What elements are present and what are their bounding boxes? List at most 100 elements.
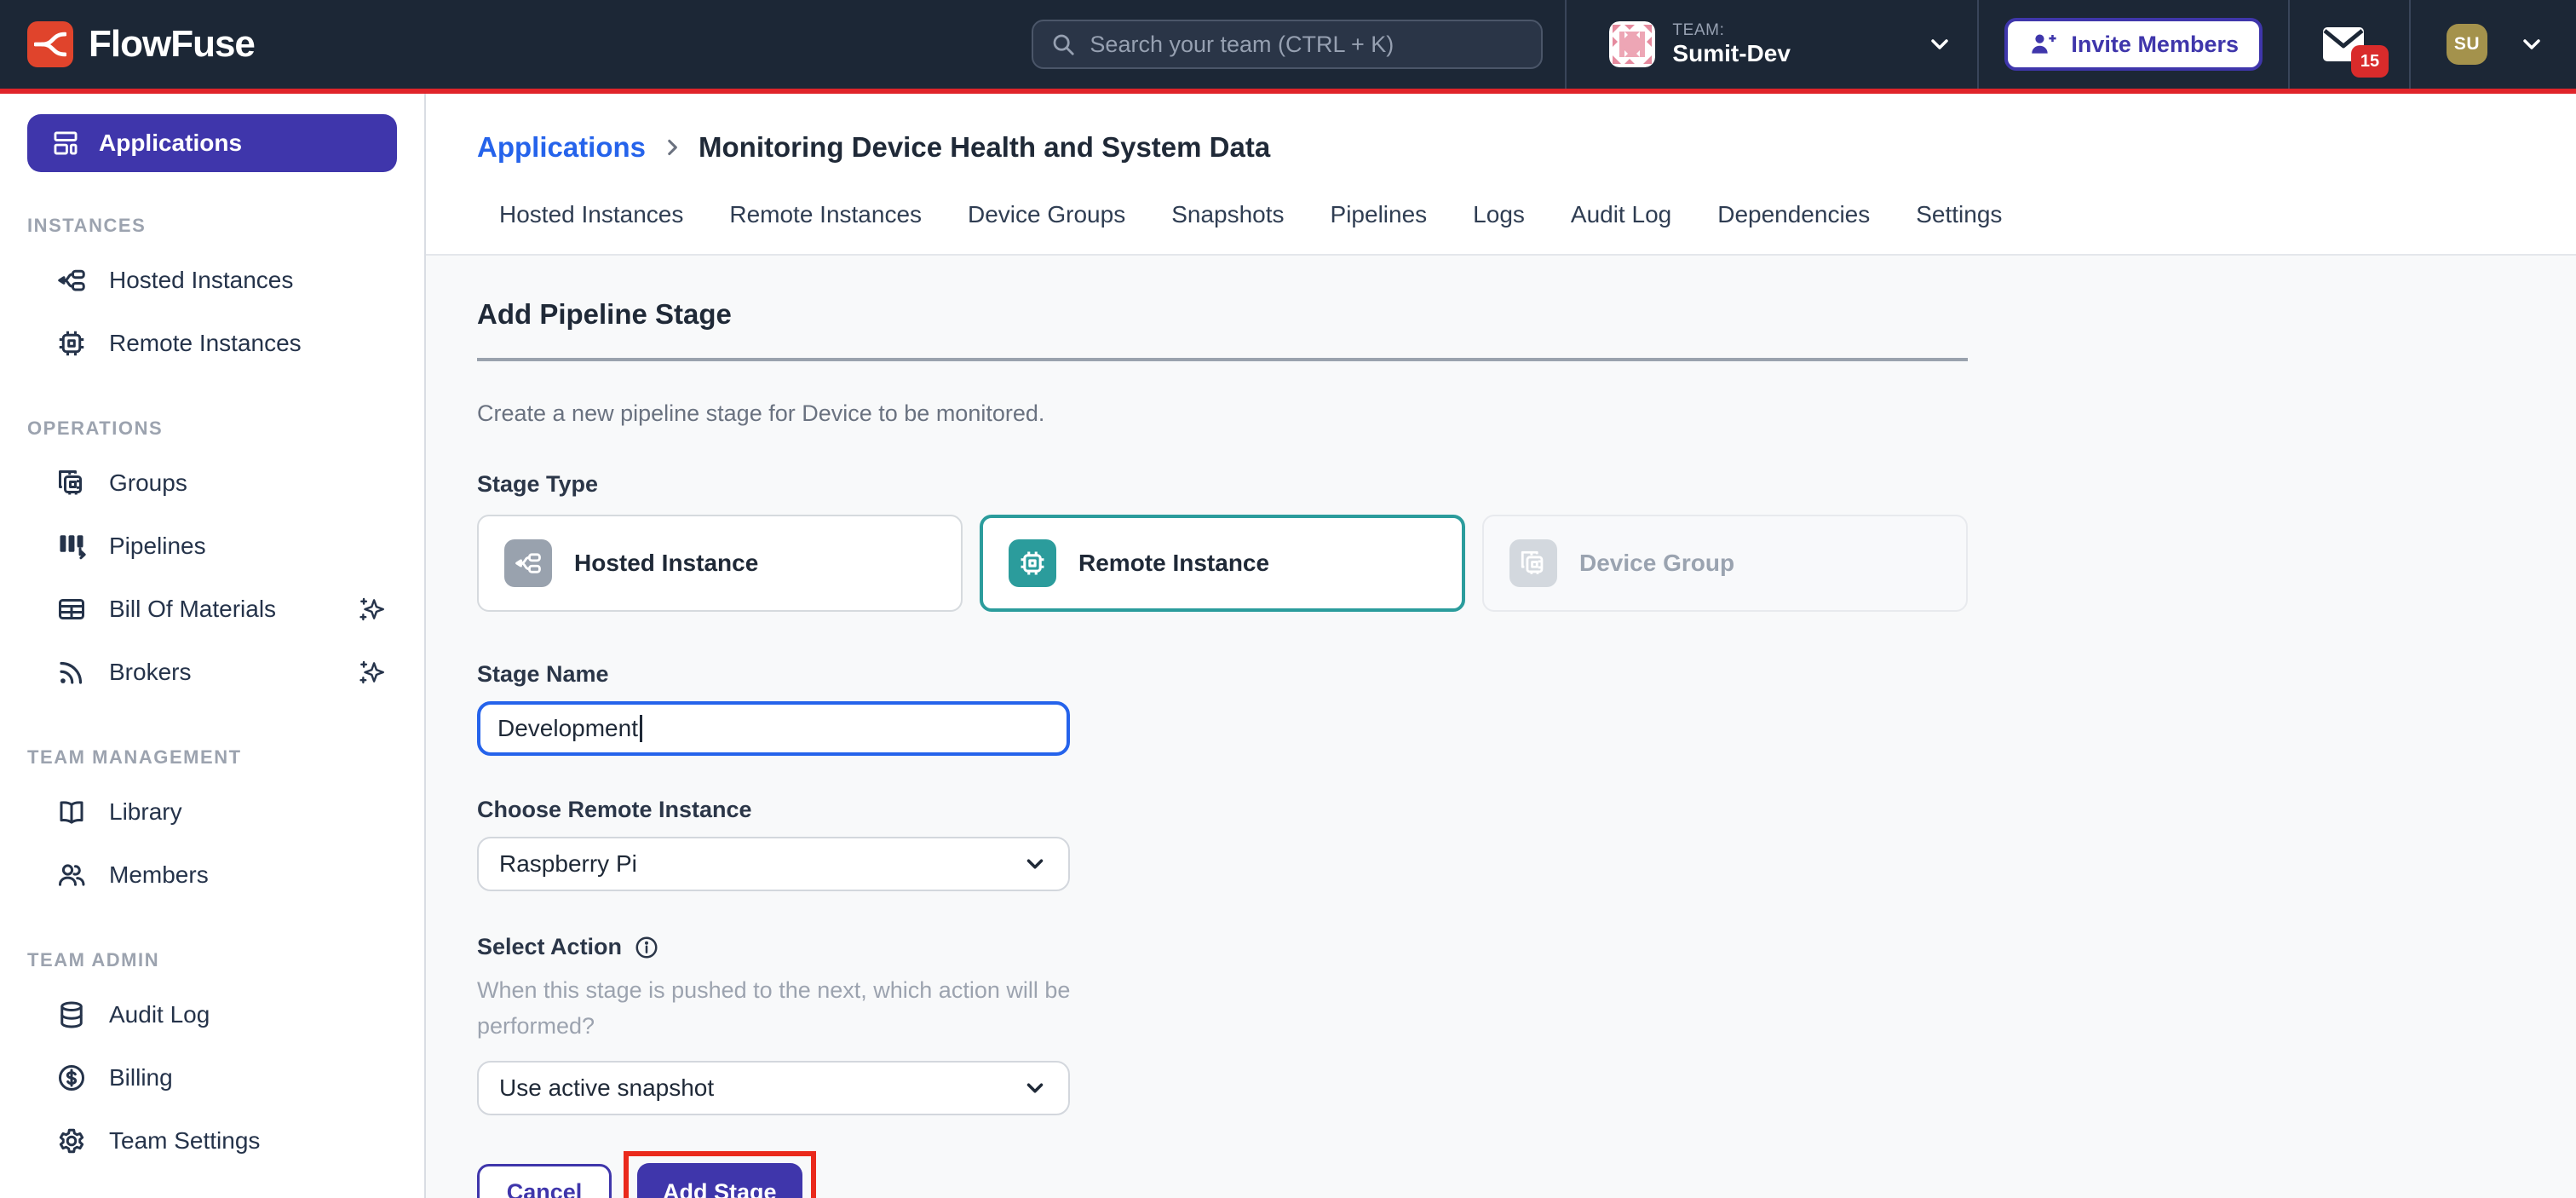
notifications-button[interactable]: 15 (2322, 26, 2365, 62)
sidebar-item-label: Billing (109, 1064, 387, 1091)
invite-members-label: Invite Members (2071, 32, 2239, 58)
search-input[interactable] (1090, 32, 1524, 58)
sidebar-item-team-settings[interactable]: Team Settings (0, 1109, 424, 1172)
sidebar-item-bill-of-materials[interactable]: Bill Of Materials (0, 578, 424, 641)
form-description: Create a new pipeline stage for Device t… (477, 400, 2525, 427)
tab-snapshots[interactable]: Snapshots (1171, 201, 1284, 228)
stage-name-input[interactable]: Development (477, 701, 1070, 756)
stage-type-hosted-instance[interactable]: Hosted Instance (477, 515, 963, 612)
sidebar-item-label: Brokers (109, 659, 336, 686)
user-plus-icon (2028, 30, 2057, 59)
sidebar-item-members[interactable]: Members (0, 844, 424, 907)
page-title: Monitoring Device Health and System Data (699, 131, 1270, 164)
header-divider (2409, 0, 2411, 89)
main-area: Applications Monitoring Device Health an… (426, 94, 2576, 1198)
breadcrumb: Applications Monitoring Device Health an… (477, 131, 2525, 164)
search-box[interactable] (1032, 20, 1543, 69)
sidebar-section-instances: INSTANCES (27, 215, 397, 237)
notification-count-badge: 15 (2351, 45, 2389, 78)
chevron-down-icon (1022, 851, 1048, 877)
tab-remote-instances[interactable]: Remote Instances (729, 201, 922, 228)
sidebar-item-groups[interactable]: Groups (0, 452, 424, 515)
header-divider (1977, 0, 1979, 89)
tab-logs[interactable]: Logs (1473, 201, 1525, 228)
sidebar-item-remote-instances[interactable]: Remote Instances (0, 312, 424, 375)
sidebar-item-label: Bill Of Materials (109, 596, 336, 623)
divider (477, 358, 1968, 361)
sidebar-section-team-management: TEAM MANAGEMENT (27, 746, 397, 769)
choose-remote-instance-label: Choose Remote Instance (477, 797, 2525, 823)
team-name: Sumit-Dev (1672, 40, 1790, 67)
hosted-instance-icon (56, 265, 87, 296)
stage-type-label: Stage Type (477, 471, 2525, 498)
team-selector[interactable]: TEAM: Sumit-Dev (1589, 21, 1977, 67)
sidebar-item-label: Pipelines (109, 533, 387, 560)
sidebar-item-billing[interactable]: Billing (0, 1046, 424, 1109)
sparkle-icon (358, 658, 387, 687)
info-icon[interactable] (634, 935, 659, 960)
stage-type-option-label: Device Group (1579, 550, 1734, 577)
logo[interactable]: FlowFuse (27, 21, 255, 67)
pipelines-icon (56, 531, 87, 562)
form-title: Add Pipeline Stage (477, 298, 2525, 331)
sidebar-item-brokers[interactable]: Brokers (0, 641, 424, 704)
tab-hosted-instances[interactable]: Hosted Instances (499, 201, 683, 228)
team-label: TEAM: (1672, 21, 1790, 40)
user-menu-chevron-down-icon[interactable] (2518, 31, 2545, 58)
stage-name-label: Stage Name (477, 661, 2525, 688)
stage-type-option-label: Hosted Instance (574, 550, 758, 577)
tab-pipelines[interactable]: Pipelines (1331, 201, 1428, 228)
stage-type-option-label: Remote Instance (1078, 550, 1269, 577)
tab-settings[interactable]: Settings (1916, 201, 2002, 228)
sparkle-icon (358, 595, 387, 624)
sidebar-item-pipelines[interactable]: Pipelines (0, 515, 424, 578)
applications-icon (51, 129, 80, 158)
tab-dependencies[interactable]: Dependencies (1717, 201, 1870, 228)
tab-bar: Hosted Instances Remote Instances Device… (477, 201, 2525, 254)
remote-instance-select[interactable]: Raspberry Pi (477, 837, 1070, 891)
select-action-label: Select Action (477, 934, 2525, 960)
tab-audit-log[interactable]: Audit Log (1571, 201, 1671, 228)
device-group-icon (1509, 539, 1557, 587)
remote-instance-icon (56, 328, 87, 359)
page-header: Applications Monitoring Device Health an… (426, 94, 2576, 256)
settings-icon (56, 1126, 87, 1156)
sidebar-section-team-admin: TEAM ADMIN (27, 949, 397, 971)
invite-members-button[interactable]: Invite Members (2004, 18, 2263, 71)
logo-text: FlowFuse (89, 23, 255, 66)
sidebar-item-hosted-instances[interactable]: Hosted Instances (0, 249, 424, 312)
action-select[interactable]: Use active snapshot (477, 1061, 1070, 1115)
search-icon (1050, 32, 1076, 57)
add-stage-button[interactable]: Add Stage (637, 1163, 802, 1198)
sidebar-item-applications[interactable]: Applications (27, 114, 397, 172)
text-cursor (640, 715, 642, 742)
stage-type-device-group: Device Group (1482, 515, 1968, 612)
sidebar-item-library[interactable]: Library (0, 780, 424, 844)
sidebar-item-label: Team Settings (109, 1127, 387, 1155)
annotation-highlight-box: Add Stage (624, 1151, 816, 1198)
breadcrumb-applications-link[interactable]: Applications (477, 131, 646, 164)
broker-icon (56, 657, 87, 688)
user-avatar[interactable]: SU (2447, 24, 2487, 65)
team-avatar (1609, 21, 1655, 67)
sidebar-item-label: Groups (109, 469, 387, 497)
stage-type-remote-instance[interactable]: Remote Instance (980, 515, 1465, 612)
chevron-down-icon (1022, 1075, 1048, 1101)
header-divider (1565, 0, 1567, 89)
sidebar-item-label: Library (109, 798, 387, 826)
tab-device-groups[interactable]: Device Groups (968, 201, 1125, 228)
cancel-button[interactable]: Cancel (477, 1164, 612, 1198)
top-navbar: FlowFuse TEAM: (0, 0, 2576, 94)
add-pipeline-stage-panel: Add Pipeline Stage Create a new pipeline… (426, 256, 2576, 1198)
hosted-instance-icon (504, 539, 552, 587)
select-action-label-text: Select Action (477, 934, 622, 960)
sidebar-item-label: Members (109, 861, 387, 889)
flowfuse-logo-icon (27, 21, 73, 67)
stage-name-value: Development (497, 715, 638, 742)
action-value: Use active snapshot (499, 1074, 714, 1102)
library-icon (56, 797, 87, 827)
device-group-icon (56, 468, 87, 498)
team-chevron-down-icon[interactable] (1926, 31, 1953, 58)
sidebar-item-audit-log[interactable]: Audit Log (0, 983, 424, 1046)
sidebar-item-label: Audit Log (109, 1001, 387, 1028)
